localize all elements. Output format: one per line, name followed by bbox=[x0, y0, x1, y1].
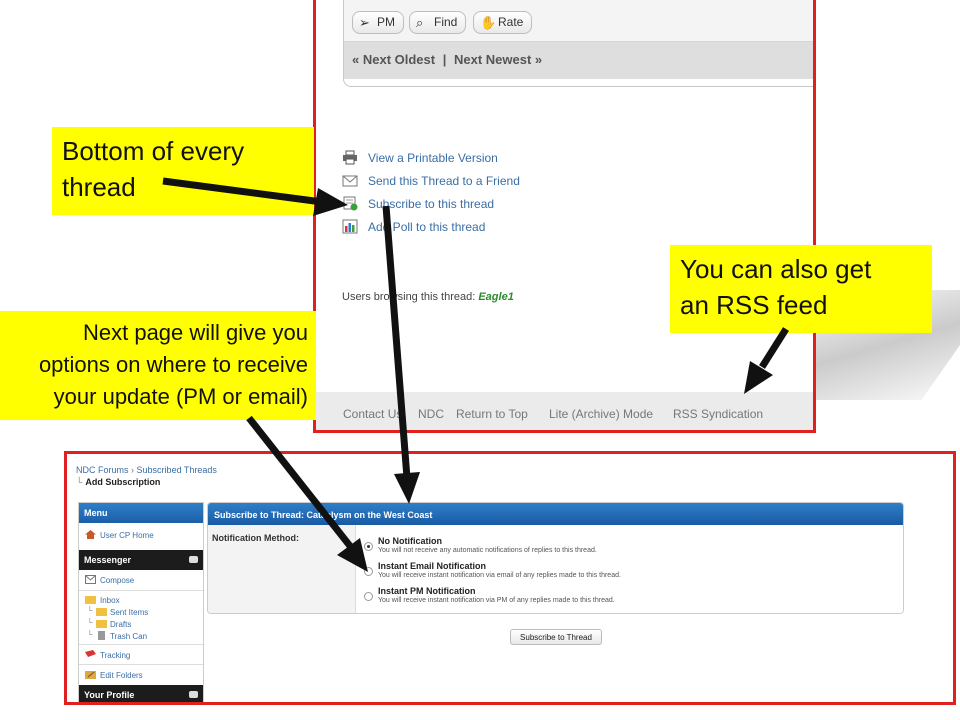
breadcrumb: NDC Forums › Subscribed Threads bbox=[76, 465, 217, 475]
your-profile-header-label: Your Profile bbox=[84, 690, 135, 700]
tracking-pin-icon bbox=[85, 650, 96, 657]
next-newest-link[interactable]: Next Newest » bbox=[454, 52, 542, 67]
page-title: └ Add Subscription bbox=[76, 477, 160, 487]
subscribe-panel-title: Subscribe to Thread: Cataclysm on the We… bbox=[214, 510, 433, 520]
find-button[interactable]: ⌕ Find bbox=[409, 11, 467, 34]
forum-footer: Contact Us NDC Return to Top Lite (Archi… bbox=[316, 392, 813, 430]
option-description: You will receive instant notification vi… bbox=[378, 572, 621, 579]
subscribe-label: Subscribe to this thread bbox=[368, 197, 495, 211]
subscribe-panel-body: Notification Method: No Notification You… bbox=[208, 525, 903, 613]
next-oldest-link[interactable]: « Next Oldest bbox=[352, 52, 435, 67]
tree-branch-icon: └ bbox=[87, 606, 93, 615]
thread-nav-bar: « Next Oldest | Next Newest » bbox=[344, 42, 813, 79]
callout-rss-line-1: You can also get bbox=[680, 254, 872, 284]
usercp-menu: Menu User CP Home Messenger Compose Inbo… bbox=[78, 502, 204, 702]
sent-items-label: Sent Items bbox=[110, 608, 149, 617]
edit-folder-icon bbox=[85, 671, 96, 679]
callout-rss-feed: You can also get an RSS feed bbox=[670, 245, 932, 333]
browsing-user-link[interactable]: Eagle1 bbox=[478, 291, 513, 303]
option-description: You will receive instant notification vi… bbox=[378, 597, 615, 604]
tree-branch-icon: └ bbox=[76, 477, 83, 487]
edit-folders-label: Edit Folders bbox=[100, 671, 143, 680]
breadcrumb-ndc-forums[interactable]: NDC Forums bbox=[76, 465, 129, 475]
compose-label: Compose bbox=[100, 576, 135, 585]
tracking-label: Tracking bbox=[100, 651, 131, 660]
subscription-page-screenshot: NDC Forums › Subscribed Threads └ Add Sub… bbox=[64, 451, 956, 705]
thread-nav: « Next Oldest | Next Newest » bbox=[352, 52, 542, 67]
notification-options: No Notification You will not receive any… bbox=[355, 525, 903, 613]
drafts-label: Drafts bbox=[110, 620, 132, 629]
tree-branch-icon: └ bbox=[87, 618, 93, 627]
option-title: No Notification bbox=[378, 536, 442, 546]
send-to-friend-label: Send this Thread to a Friend bbox=[368, 174, 520, 188]
inbox-label: Inbox bbox=[100, 596, 120, 605]
tree-branch-icon: └ bbox=[87, 630, 93, 639]
folder-icon bbox=[96, 620, 107, 628]
messenger-header[interactable]: Messenger bbox=[79, 550, 203, 570]
notification-method-label: Notification Method: bbox=[212, 533, 299, 543]
find-button-label: Find bbox=[434, 15, 458, 29]
lite-archive-mode-link[interactable]: Lite (Archive) Mode bbox=[549, 407, 653, 421]
rss-syndication-link[interactable]: RSS Syndication bbox=[673, 407, 763, 421]
callout-next-page: Next page will give you options on where… bbox=[0, 311, 316, 420]
rate-button[interactable]: ✋ Rate bbox=[473, 11, 533, 34]
callout-next-line-2: options on where to receive bbox=[38, 352, 308, 377]
callout-bottom-line-1: Bottom of every bbox=[62, 136, 245, 166]
breadcrumb-separator: › bbox=[131, 465, 135, 475]
folder-icon bbox=[96, 608, 107, 616]
collapse-toggle-icon[interactable] bbox=[189, 691, 198, 698]
paper-plane-icon: ➢ bbox=[359, 15, 370, 30]
thread-page-screenshot: ➢ PM ⌕ Find ✋ Rate « Next Oldest | Next … bbox=[313, 0, 816, 433]
folder-icon bbox=[85, 596, 96, 604]
option-title: Instant Email Notification bbox=[378, 561, 487, 571]
post-button-row: ➢ PM ⌕ Find ✋ Rate bbox=[344, 0, 813, 42]
your-profile-header[interactable]: Your Profile bbox=[79, 685, 203, 702]
printable-version-label: View a Printable Version bbox=[368, 151, 498, 165]
radio-pm-notification[interactable] bbox=[364, 592, 373, 601]
radio-no-notification[interactable] bbox=[364, 542, 373, 551]
printer-icon bbox=[343, 150, 357, 165]
envelope-icon bbox=[342, 175, 358, 187]
contact-us-link[interactable]: Contact Us bbox=[343, 407, 402, 421]
poll-icon bbox=[342, 219, 358, 234]
subscribe-panel: Subscribe to Thread: Cataclysm on the We… bbox=[207, 502, 904, 614]
thumbs-up-icon: ✋ bbox=[480, 15, 497, 30]
trash-can-label: Trash Can bbox=[110, 632, 148, 641]
subscribe-to-thread-button[interactable]: Subscribe to Thread bbox=[510, 629, 602, 645]
collapse-toggle-icon[interactable] bbox=[189, 556, 198, 563]
users-browsing-label: Users browsing this thread: bbox=[342, 291, 476, 303]
home-icon bbox=[85, 530, 96, 539]
trash-can-icon bbox=[98, 631, 105, 640]
magnifier-icon: ⌕ bbox=[416, 15, 424, 30]
subscribe-icon bbox=[343, 196, 358, 211]
callout-next-line-3: your update (PM or email) bbox=[53, 384, 308, 409]
nav-separator: | bbox=[442, 52, 447, 67]
menu-header-label: Menu bbox=[84, 508, 108, 518]
add-poll-label: Add Poll to this thread bbox=[368, 220, 486, 234]
subscribe-panel-header: Subscribe to Thread: Cataclysm on the We… bbox=[208, 503, 903, 525]
users-browsing: Users browsing this thread: Eagle1 bbox=[342, 291, 514, 303]
menu-divider bbox=[79, 590, 203, 591]
compose-envelope-icon bbox=[85, 575, 96, 584]
menu-divider bbox=[79, 644, 203, 645]
callout-bottom-of-thread: Bottom of every thread bbox=[52, 127, 314, 215]
callout-next-line-1: Next page will give you bbox=[82, 320, 308, 345]
ndc-link[interactable]: NDC bbox=[418, 407, 444, 421]
menu-divider bbox=[79, 664, 203, 665]
radio-email-notification[interactable] bbox=[364, 567, 373, 576]
menu-header: Menu bbox=[79, 503, 203, 523]
option-description: You will not receive any automatic notif… bbox=[378, 547, 597, 554]
callout-rss-line-2: an RSS feed bbox=[680, 290, 828, 320]
user-cp-home-label: User CP Home bbox=[100, 531, 154, 540]
option-title: Instant PM Notification bbox=[378, 586, 476, 596]
post-footer-box: ➢ PM ⌕ Find ✋ Rate « Next Oldest | Next … bbox=[343, 0, 813, 87]
pm-button[interactable]: ➢ PM bbox=[352, 11, 404, 34]
breadcrumb-subscribed-threads[interactable]: Subscribed Threads bbox=[137, 465, 217, 475]
rate-button-label: Rate bbox=[498, 15, 524, 29]
page-title-text: Add Subscription bbox=[85, 477, 161, 487]
return-to-top-link[interactable]: Return to Top bbox=[456, 407, 528, 421]
callout-bottom-line-2: thread bbox=[62, 172, 136, 202]
messenger-header-label: Messenger bbox=[84, 555, 132, 565]
pm-button-label: PM bbox=[377, 15, 395, 29]
